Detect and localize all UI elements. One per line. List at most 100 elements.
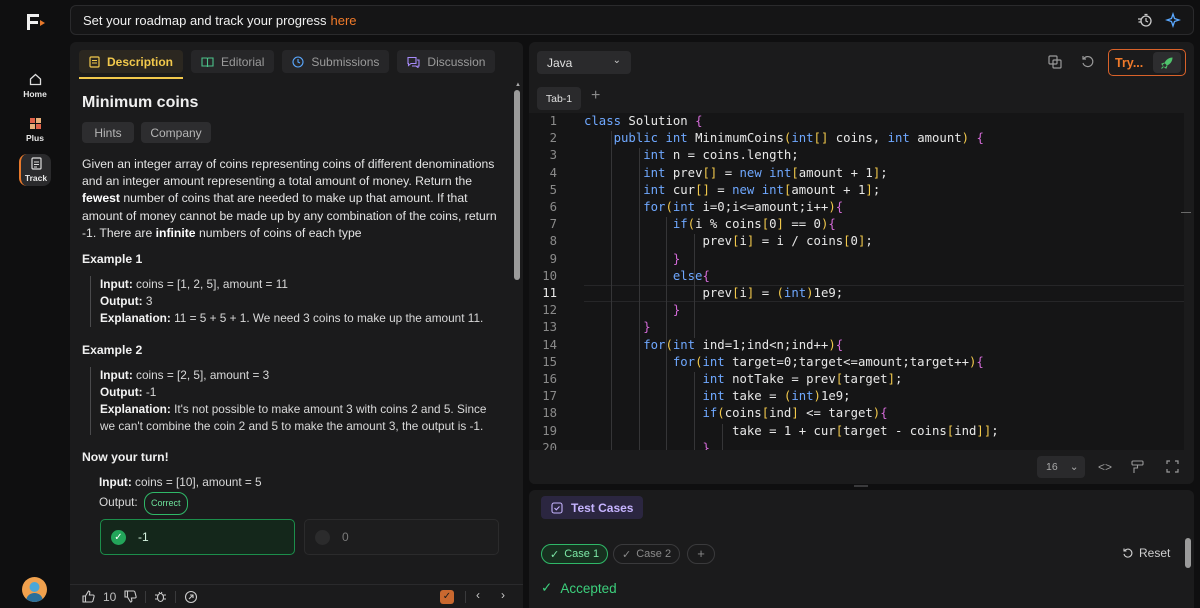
font-size-value: 16: [1046, 461, 1058, 473]
book-icon: [201, 56, 214, 67]
code-line: prev[i] = (int)1e9;: [584, 286, 844, 300]
case-2-tab[interactable]: ✓ Case 2: [613, 544, 681, 564]
ex1-input-label: Input:: [100, 277, 133, 291]
chevron-down-icon: ⌄: [612, 55, 621, 66]
case-1-label: Case 1: [564, 548, 600, 560]
problem-description: Given an integer array of coins represen…: [82, 156, 507, 242]
desc-bold-2: infinite: [155, 225, 196, 240]
answer-option-2[interactable]: 0: [304, 519, 499, 555]
rail-track[interactable]: Track: [19, 154, 51, 186]
reset-code-icon[interactable]: [1080, 54, 1096, 70]
share-icon[interactable]: [184, 590, 198, 604]
description-footer: 10 ✓ ‹ ›: [70, 584, 523, 608]
reset-button[interactable]: Reset: [1122, 546, 1170, 560]
copy-icon[interactable]: [1047, 54, 1063, 70]
tab-editorial[interactable]: Editorial: [191, 50, 275, 73]
example-1-heading: Example 1: [82, 252, 143, 266]
code-line: int cur[] = new int[amount + 1];: [643, 182, 881, 197]
tab-discussion[interactable]: Discussion: [397, 50, 496, 73]
editor-tab-1[interactable]: Tab-1: [537, 87, 581, 110]
ex2-output-label: Output:: [100, 385, 143, 399]
line-number: 16: [542, 372, 557, 386]
ex2-input: coins = [2, 5], amount = 3: [132, 368, 270, 382]
ex1-output-label: Output:: [100, 294, 143, 308]
tab-discussion-label: Discussion: [427, 54, 486, 69]
code-line: for(int i=0;i<=amount;i++){: [643, 200, 844, 214]
top-banner: Set your roadmap and track your progress…: [70, 5, 1194, 35]
panel-resize-handle[interactable]: [854, 485, 868, 487]
description-scrollbar[interactable]: [514, 90, 520, 280]
scroll-up-arrow[interactable]: ▲: [515, 82, 521, 88]
next-problem-icon[interactable]: ›: [501, 588, 505, 602]
example-2-heading: Example 2: [82, 343, 143, 357]
font-size-select[interactable]: 16 ⌄: [1037, 456, 1085, 478]
line-number: 20: [542, 440, 557, 450]
logo-icon[interactable]: [25, 12, 47, 32]
language-select[interactable]: Java ⌄: [537, 51, 631, 74]
code-line: int n = coins.length;: [643, 148, 799, 163]
try-button[interactable]: Try...: [1108, 49, 1186, 76]
code-line: int notTake = prev[target];: [702, 372, 903, 386]
sparkle-icon[interactable]: [1165, 12, 1181, 28]
format-icon[interactable]: [1131, 460, 1144, 474]
code-brackets-icon[interactable]: <>: [1098, 460, 1112, 474]
line-number: 2: [549, 131, 557, 146]
desc-bold-1: fewest: [82, 191, 120, 206]
ex2-output: -1: [142, 385, 157, 399]
company-button[interactable]: Company: [141, 122, 211, 143]
check-icon: ✓: [550, 548, 560, 561]
code-line: }: [702, 440, 710, 450]
line-number: 18: [542, 406, 557, 421]
code-line: public int MinimumCoins(int[] coins, int…: [613, 131, 984, 146]
code-line: }: [672, 303, 681, 318]
test-cases-panel: Test Cases ✓ Case 1 ✓ Case 2 + Reset ✓ A…: [529, 490, 1194, 608]
line-number: 9: [549, 251, 557, 266]
code-line: take = 1 + cur[target - coins[ind]];: [584, 423, 999, 438]
ex1-output: 3: [142, 294, 153, 308]
code-area[interactable]: 1 class Solution {2 public int MinimumCoi…: [529, 113, 1184, 450]
line-number: 6: [549, 200, 557, 214]
document-icon: [89, 55, 100, 68]
bug-icon[interactable]: [154, 590, 167, 603]
thumbs-up-icon[interactable]: [82, 590, 95, 603]
editor-scroll-marker: [1181, 212, 1191, 213]
avatar[interactable]: [22, 577, 47, 602]
hints-button[interactable]: Hints: [82, 122, 134, 143]
line-number: 15: [542, 354, 557, 369]
code-line: else{: [672, 268, 710, 283]
example-2-block: Input: coins = [2, 5], amount = 3 Output…: [90, 367, 500, 435]
code-line: prev[i] = i / coins[0];: [584, 234, 873, 249]
fullscreen-icon[interactable]: [1166, 460, 1179, 473]
code-line: int take = (int)1e9;: [702, 389, 851, 404]
line-number: 8: [549, 234, 557, 249]
editor-footer: 16 ⌄ <>: [529, 450, 1194, 484]
bookmark-checkbox[interactable]: ✓: [440, 590, 454, 604]
line-number: 14: [542, 337, 557, 352]
answer-option-2-label: 0: [342, 530, 349, 544]
tab-submissions[interactable]: Submissions: [282, 50, 390, 73]
thumbs-down-icon[interactable]: [124, 590, 138, 603]
line-number: 10: [542, 268, 557, 283]
result-status: ✓ Accepted: [541, 580, 617, 596]
rail-plus[interactable]: Plus: [12, 111, 58, 149]
line-number: 4: [549, 165, 557, 180]
timer-icon[interactable]: [1137, 12, 1153, 28]
footer-divider: [145, 590, 147, 603]
tab-description[interactable]: Description: [79, 50, 184, 79]
answer-option-1[interactable]: ✓ -1: [100, 519, 295, 555]
prev-problem-icon[interactable]: ‹: [476, 588, 480, 602]
rail-home[interactable]: Home: [12, 67, 58, 105]
test-cases-scrollbar[interactable]: [1185, 538, 1191, 568]
check-icon: ✓: [622, 548, 632, 561]
tab-submissions-label: Submissions: [311, 54, 380, 69]
desc-text-1: Given an integer array of coins represen…: [82, 157, 495, 189]
case-1-tab[interactable]: ✓ Case 1: [541, 544, 609, 564]
turn-input: coins = [10], amount = 5: [131, 475, 262, 489]
test-cases-tab[interactable]: Test Cases: [541, 496, 644, 519]
add-tab-icon[interactable]: +: [591, 87, 600, 105]
turn-block: Input: coins = [10], amount = 5 Output: …: [90, 474, 500, 515]
add-case-button[interactable]: +: [687, 544, 715, 564]
banner-link[interactable]: here: [331, 13, 357, 28]
example-1-block: Input: coins = [1, 2, 5], amount = 11 Ou…: [90, 276, 500, 327]
test-icon: [551, 501, 563, 514]
